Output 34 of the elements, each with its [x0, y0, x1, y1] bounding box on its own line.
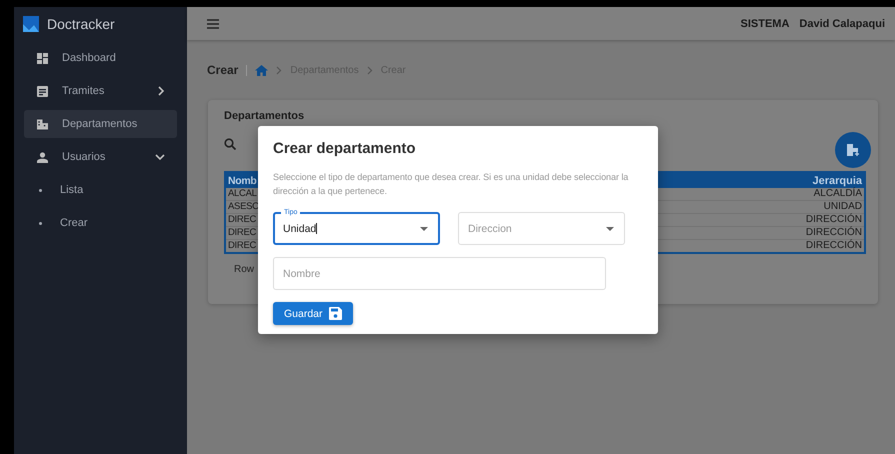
menu-icon[interactable] — [207, 18, 219, 28]
dropdown-caret-icon — [420, 226, 428, 230]
search-icon[interactable] — [224, 138, 236, 150]
sidebar-item[interactable]: Tramites — [24, 77, 177, 105]
dialog-title: Crear departamento — [273, 140, 417, 157]
dropdown-caret-icon — [606, 226, 614, 230]
name-input-field[interactable]: Nombre — [273, 257, 606, 290]
sidebar-item[interactable]: Departamentos — [24, 110, 177, 138]
document-icon — [37, 86, 48, 96]
direction-select[interactable]: Direccion — [458, 212, 625, 245]
bullet-icon — [39, 188, 42, 192]
chevron-right-icon — [276, 66, 282, 74]
role-label: SISTEMA — [740, 18, 790, 30]
page-title: Crear — [207, 63, 238, 77]
chevron-right-icon — [157, 86, 165, 96]
chevron-down-icon — [155, 153, 165, 161]
sidebar-item[interactable]: Usuarios — [24, 143, 177, 171]
building-icon — [37, 118, 48, 130]
logo-icon — [23, 16, 39, 32]
add-building-icon — [846, 144, 860, 156]
card-title: Departamentos — [224, 110, 306, 122]
brand-name: Doctracker — [47, 16, 115, 32]
user-icon — [37, 152, 48, 162]
sidebar-subitem[interactable]: Crear — [24, 209, 177, 237]
sidebar-item[interactable]: Dashboard — [24, 44, 177, 72]
dashboard-icon — [37, 52, 48, 64]
chevron-right-icon — [366, 66, 373, 74]
placeholder-text: Nombre — [283, 268, 322, 280]
user-name[interactable]: David Calapaqui — [799, 18, 885, 30]
save-button[interactable]: Guardar — [273, 302, 353, 325]
rows-per-page-label: Row — [234, 264, 254, 275]
add-department-button[interactable] — [835, 132, 871, 168]
bullet-icon — [39, 222, 42, 224]
sidebar-subitem[interactable]: Lista — [24, 176, 177, 204]
